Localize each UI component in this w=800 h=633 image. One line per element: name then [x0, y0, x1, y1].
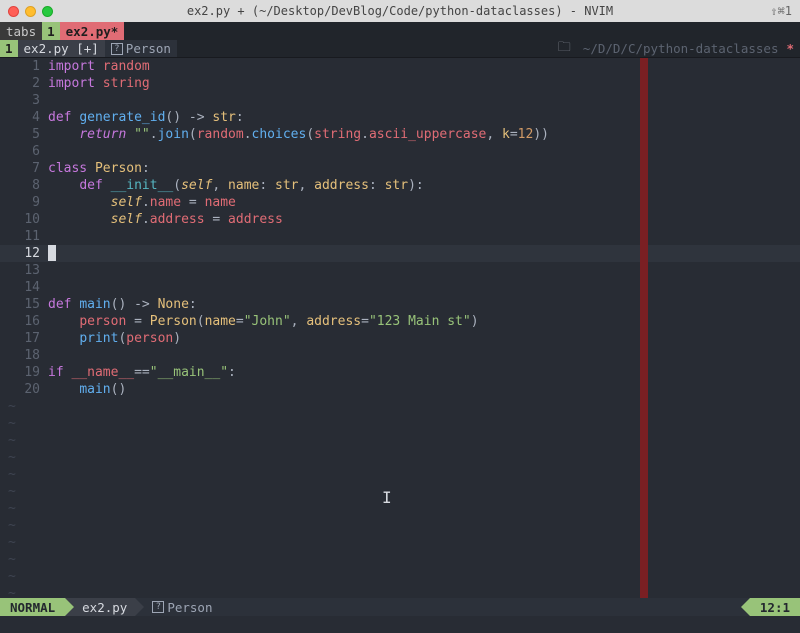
- code-line[interactable]: if __name__=="__main__":: [48, 364, 800, 381]
- separator-icon: [65, 598, 74, 616]
- minimize-icon[interactable]: [25, 6, 36, 17]
- symbol-icon: ?: [111, 43, 123, 55]
- tilde-line: ~: [8, 415, 16, 432]
- code-line[interactable]: def main() -> None:: [48, 296, 800, 313]
- tilde-line: ~: [8, 568, 16, 585]
- line-number: 9: [0, 194, 40, 211]
- separator-icon: [135, 598, 144, 616]
- macos-titlebar: ex2.py + (~/Desktop/DevBlog/Code/python-…: [0, 0, 800, 22]
- code-line[interactable]: [48, 228, 800, 245]
- code-content[interactable]: import randomimport string def generate_i…: [48, 58, 800, 598]
- code-line[interactable]: def generate_id() -> str:: [48, 109, 800, 126]
- text-cursor-icon: 𝙸: [382, 488, 392, 507]
- keyboard-hint: ⇧⌘1: [770, 4, 792, 18]
- tilde-line: ~: [8, 585, 16, 598]
- line-number: 16: [0, 313, 40, 330]
- modified-star: *: [786, 41, 794, 56]
- code-line[interactable]: import string: [48, 75, 800, 92]
- code-line[interactable]: [48, 92, 800, 109]
- editor-area[interactable]: 1234567891011121314151617181920 import r…: [0, 58, 800, 598]
- tilde-line: ~: [8, 398, 16, 415]
- line-number: 17: [0, 330, 40, 347]
- close-icon[interactable]: [8, 6, 19, 17]
- line-number: 6: [0, 143, 40, 160]
- tab-file[interactable]: ex2.py *: [60, 22, 125, 40]
- window-number: 1: [0, 40, 18, 57]
- line-number: 19: [0, 364, 40, 381]
- tabline: tabs 1 ex2.py *: [0, 22, 800, 40]
- line-number: 5: [0, 126, 40, 143]
- line-number: 12: [0, 245, 40, 262]
- line-number: 11: [0, 228, 40, 245]
- folder-icon: 🗀: [558, 38, 575, 60]
- code-line[interactable]: return "".join(random.choices(string.asc…: [48, 126, 800, 143]
- tabs-label: tabs: [0, 22, 42, 40]
- line-number: 20: [0, 381, 40, 398]
- winbar-breadcrumb: ?Person: [105, 40, 177, 57]
- winbar-file: ex2.py [+]: [18, 40, 105, 57]
- tilde-line: ~: [8, 517, 16, 534]
- line-number: 2: [0, 75, 40, 92]
- line-number: 15: [0, 296, 40, 313]
- status-fill: [220, 598, 740, 616]
- line-number: 7: [0, 160, 40, 177]
- winbar: 1 ex2.py [+] ?Person 🗀 ~/D/D/C/python-da…: [0, 40, 800, 58]
- code-line[interactable]: [48, 279, 800, 296]
- line-number: 10: [0, 211, 40, 228]
- code-line[interactable]: def __init__(self, name: str, address: s…: [48, 177, 800, 194]
- tilde-line: ~: [8, 483, 16, 500]
- tilde-line: ~: [8, 449, 16, 466]
- line-number: 13: [0, 262, 40, 279]
- nvim-window: ex2.py + (~/Desktop/DevBlog/Code/python-…: [0, 0, 800, 633]
- zoom-icon[interactable]: [42, 6, 53, 17]
- line-number: 4: [0, 109, 40, 126]
- code-line[interactable]: [48, 347, 800, 364]
- empty-line-tildes: ~~~~~~~~~~~~: [8, 398, 16, 598]
- cwd-path: ~/D/D/C/python-dataclasses: [583, 41, 779, 56]
- tilde-line: ~: [8, 500, 16, 517]
- tilde-line: ~: [8, 432, 16, 449]
- separator-icon: [741, 598, 750, 616]
- cursor-position: 12:1: [750, 598, 800, 616]
- code-line[interactable]: [48, 262, 800, 279]
- line-number: 8: [0, 177, 40, 194]
- symbol-icon: ?: [152, 601, 164, 613]
- code-line[interactable]: class Person:: [48, 160, 800, 177]
- tilde-line: ~: [8, 466, 16, 483]
- statusline: NORMAL ex2.py ?Person 12:1: [0, 598, 800, 616]
- line-number: 1: [0, 58, 40, 75]
- winbar-right: 🗀 ~/D/D/C/python-dataclasses *: [558, 40, 800, 57]
- tilde-line: ~: [8, 534, 16, 551]
- tab-number[interactable]: 1: [42, 22, 60, 40]
- line-number: 3: [0, 92, 40, 109]
- code-line[interactable]: import random: [48, 58, 800, 75]
- window-title: ex2.py + (~/Desktop/DevBlog/Code/python-…: [8, 4, 792, 18]
- code-line[interactable]: self.address = address: [48, 211, 800, 228]
- mode-indicator: NORMAL: [0, 598, 65, 616]
- code-line[interactable]: [48, 143, 800, 160]
- command-line[interactable]: [0, 616, 800, 633]
- traffic-lights: [8, 6, 53, 17]
- cursor-block: [48, 245, 56, 261]
- code-line[interactable]: person = Person(name="John", address="12…: [48, 313, 800, 330]
- code-line[interactable]: print(person): [48, 330, 800, 347]
- code-line[interactable]: main(): [48, 381, 800, 398]
- status-file: ex2.py: [74, 598, 135, 616]
- tilde-line: ~: [8, 551, 16, 568]
- code-line[interactable]: self.name = name: [48, 194, 800, 211]
- line-number: 18: [0, 347, 40, 364]
- line-number: 14: [0, 279, 40, 296]
- code-line[interactable]: [48, 245, 800, 262]
- status-breadcrumb: ?Person: [144, 598, 220, 616]
